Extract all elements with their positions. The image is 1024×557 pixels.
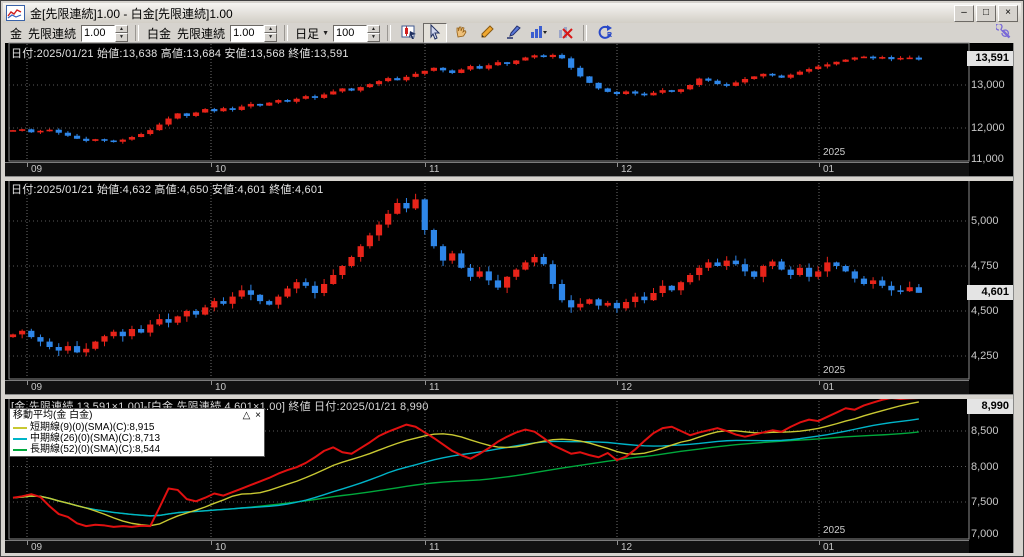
gold-current-price-badge: 13,591 — [967, 51, 1013, 66]
gold-xaxis: 09 10 11 12 01 — [5, 162, 969, 176]
spread-ytick: 8,500 — [971, 425, 999, 437]
month-label: 11 — [429, 382, 440, 393]
mid-ma-swatch — [13, 437, 27, 440]
month-label: 10 — [215, 542, 227, 553]
month-label: 01 — [823, 164, 835, 175]
gold-ytick: 11,000 — [971, 153, 1004, 165]
long-ma-swatch — [13, 448, 27, 451]
spread-ytick: 7,500 — [971, 496, 999, 508]
window-bottom-border — [3, 553, 1023, 556]
legend-item-mid: 中期線(26)(0)(SMA)(C):8,713 — [13, 433, 261, 444]
platinum-ytick: 4,250 — [971, 350, 999, 362]
spread-xaxis: 09 10 11 12 01 — [5, 540, 969, 554]
platinum-ohlc-info: 日付:2025/01/21 始値:4,632 高値:4,650 安値:4,601… — [11, 184, 324, 196]
platinum-ytick: 5,000 — [971, 215, 999, 227]
year-label: 2025 — [823, 525, 846, 536]
month-label: 09 — [31, 382, 43, 393]
legend-close-button[interactable]: × — [255, 410, 261, 421]
spread-current-price-badge: 8,990 — [967, 399, 1013, 414]
legend-item-short: 短期線(9)(0)(SMA)(C):8,915 — [13, 422, 261, 433]
platinum-ytick: 4,750 — [971, 260, 999, 272]
ma-legend-title: 移動平均(金 白金) — [13, 410, 93, 421]
month-label: 09 — [31, 542, 43, 553]
platinum-xaxis: 09 10 11 12 01 — [5, 380, 969, 394]
spread-ytick: 8,000 — [971, 461, 999, 473]
app-window: 金[先限連続]1.00 - 白金[先限連続]1.00 – □ × 金 先限連続 … — [0, 0, 1024, 557]
year-label: 2025 — [823, 365, 846, 376]
platinum-current-price-badge: 4,601 — [967, 285, 1013, 300]
gold-ytick: 13,000 — [971, 79, 1005, 91]
ma-legend-panel[interactable]: 移動平均(金 白金) △ × 短期線(9)(0)(SMA)(C):8,915 中… — [9, 408, 265, 457]
legend-item-long: 長期線(52)(0)(SMA)(C):8,544 — [13, 444, 261, 455]
month-label: 10 — [215, 164, 227, 175]
spread-ytick: 7,000 — [971, 528, 999, 540]
chart-canvas[interactable] — [1, 1, 1024, 557]
month-label: 11 — [429, 164, 440, 175]
month-label: 12 — [621, 382, 633, 393]
month-label: 09 — [31, 164, 43, 175]
month-label: 10 — [215, 382, 227, 393]
month-label: 11 — [429, 542, 440, 553]
legend-collapse-button[interactable]: △ — [243, 410, 251, 421]
window-right-border — [1013, 43, 1023, 553]
year-label: 2025 — [823, 147, 846, 158]
month-label: 01 — [823, 382, 835, 393]
month-label: 12 — [621, 164, 633, 175]
short-ma-swatch — [13, 426, 27, 429]
month-label: 12 — [621, 542, 633, 553]
month-label: 01 — [823, 542, 835, 553]
platinum-ytick: 4,500 — [971, 305, 999, 317]
gold-ohlc-info: 日付:2025/01/21 始値:13,638 高値:13,684 安値:13,… — [11, 48, 349, 60]
gold-ytick: 12,000 — [971, 122, 1005, 134]
